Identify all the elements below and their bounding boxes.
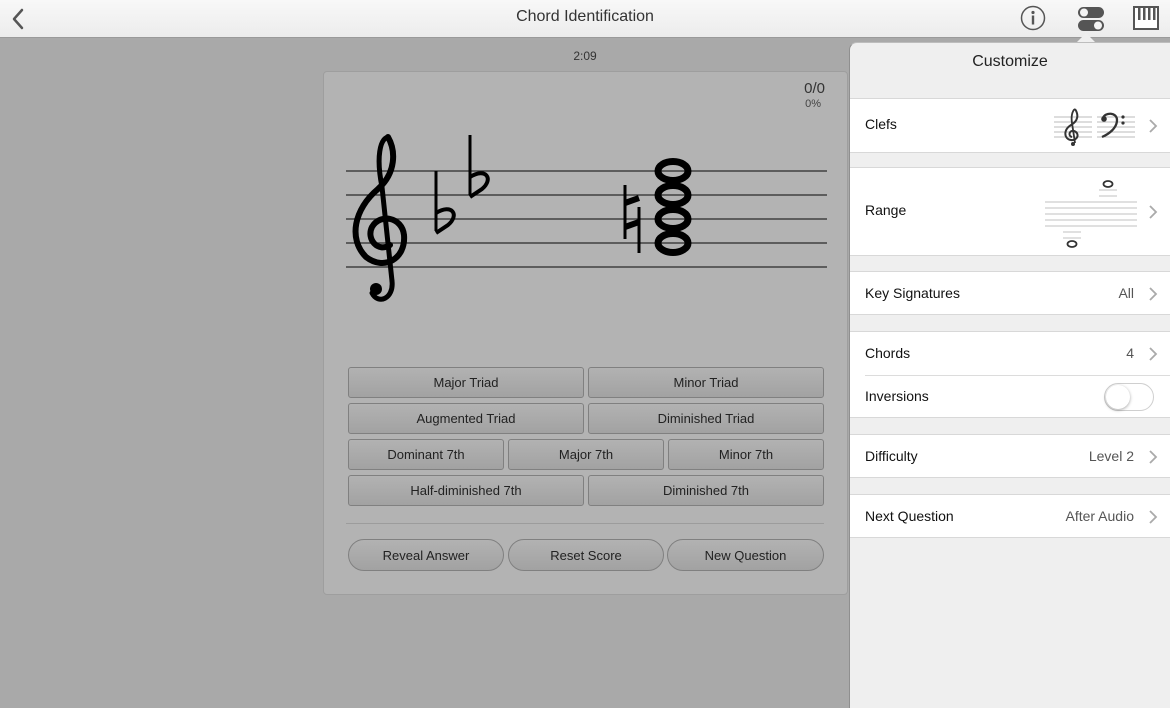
difficulty-value: Level 2	[1088, 448, 1134, 464]
key-signatures-row[interactable]: Key Signatures All	[850, 271, 1170, 315]
key-signatures-value: All	[1118, 285, 1134, 301]
reveal-answer-button[interactable]: Reveal Answer	[348, 539, 504, 571]
key-signatures-label: Key Signatures	[865, 285, 960, 301]
next-question-row[interactable]: Next Question After Audio	[850, 494, 1170, 538]
chord-notes	[654, 158, 692, 256]
score-percent: 0%	[805, 98, 821, 110]
chevron-right-icon	[1149, 347, 1158, 361]
minor-triad-button[interactable]: Minor Triad	[588, 367, 824, 398]
treble-clef-icon	[352, 134, 408, 302]
inversions-toggle[interactable]	[1104, 383, 1154, 411]
staff-lines	[346, 170, 827, 268]
customize-panel: Customize Clefs Range Key Signatures All…	[849, 42, 1170, 708]
diminished-7th-button[interactable]: Diminished 7th	[588, 475, 824, 506]
music-staff	[346, 134, 827, 302]
flat-icon	[468, 135, 490, 199]
minor-7th-button[interactable]: Minor 7th	[668, 439, 824, 470]
diminished-triad-button[interactable]: Diminished Triad	[588, 403, 824, 434]
dominant-7th-button[interactable]: Dominant 7th	[348, 439, 504, 470]
range-label: Range	[865, 202, 907, 218]
chevron-right-icon	[1149, 450, 1158, 464]
info-button[interactable]	[1019, 4, 1047, 37]
chevron-right-icon	[1149, 119, 1158, 133]
range-row[interactable]: Range	[850, 167, 1170, 256]
divider	[346, 523, 824, 524]
timer: 2:09	[573, 49, 597, 63]
new-question-button[interactable]: New Question	[667, 539, 824, 571]
chords-label: Chords	[865, 345, 911, 361]
difficulty-row[interactable]: Difficulty Level 2	[850, 434, 1170, 478]
toggles-icon	[1078, 7, 1104, 31]
clefs-label: Clefs	[865, 116, 897, 132]
flat-icon	[434, 171, 456, 235]
reset-score-button[interactable]: Reset Score	[508, 539, 664, 571]
chords-group: Chords 4 Inversions	[850, 331, 1170, 418]
info-icon	[1020, 5, 1046, 31]
chords-value: 4	[1126, 345, 1134, 361]
keyboard-button[interactable]	[1132, 4, 1160, 37]
inversions-label: Inversions	[865, 388, 929, 404]
chevron-right-icon	[1149, 287, 1158, 301]
piano-keyboard-icon	[1133, 6, 1159, 30]
range-staff-icon	[1045, 180, 1137, 248]
clefs-row[interactable]: Clefs	[850, 98, 1170, 153]
treble-clef-icon	[1054, 108, 1092, 146]
bass-clef-icon	[1097, 112, 1135, 139]
panel-title: Customize	[972, 53, 1048, 70]
difficulty-label: Difficulty	[865, 448, 918, 464]
popover-caret	[1077, 33, 1095, 42]
exercise-card: 0/0 0% Major Triad Minor Triad Augmented…	[323, 71, 848, 595]
next-question-label: Next Question	[865, 508, 954, 524]
inversions-row: Inversions	[850, 376, 1170, 418]
toggle-knob	[1106, 385, 1130, 409]
augmented-triad-button[interactable]: Augmented Triad	[348, 403, 584, 434]
major-triad-button[interactable]: Major Triad	[348, 367, 584, 398]
next-question-value: After Audio	[1065, 508, 1135, 524]
chevron-right-icon	[1149, 205, 1158, 219]
score-count: 0/0	[804, 80, 825, 97]
major-7th-button[interactable]: Major 7th	[508, 439, 664, 470]
chevron-right-icon	[1149, 510, 1158, 524]
half-diminished-7th-button[interactable]: Half-diminished 7th	[348, 475, 584, 506]
chords-row[interactable]: Chords 4	[850, 332, 1170, 375]
page-title: Chord Identification	[516, 8, 654, 25]
top-bar: Chord Identification	[0, 0, 1170, 38]
